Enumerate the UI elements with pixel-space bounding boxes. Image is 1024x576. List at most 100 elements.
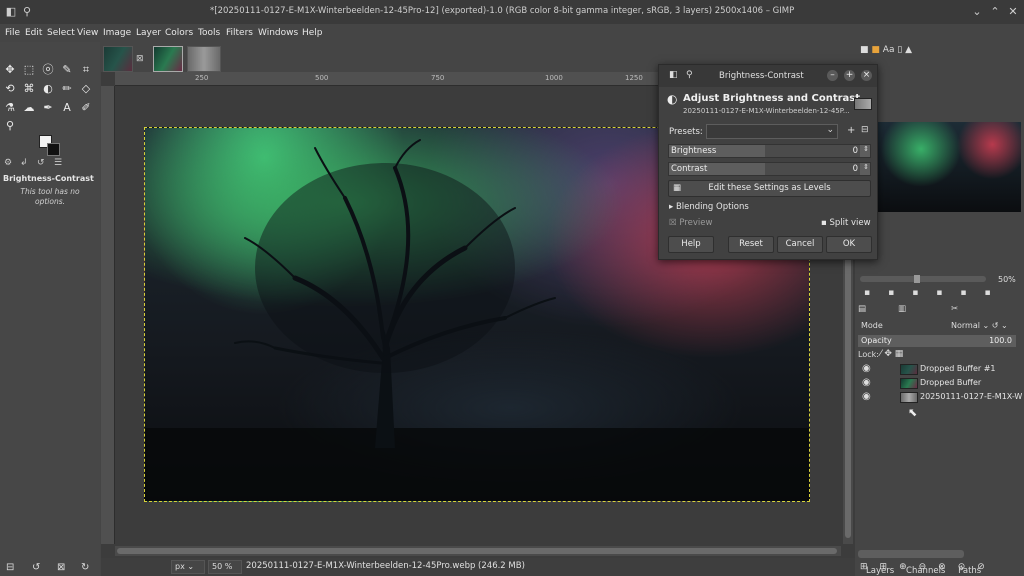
menu-file[interactable]: File xyxy=(5,28,20,38)
warp-icon[interactable]: ⌘ xyxy=(21,81,37,97)
edit-as-levels-button[interactable]: ▦ Edit these Settings as Levels xyxy=(668,180,871,197)
lock-label: Lock: xyxy=(858,350,879,359)
preset-menu-icon[interactable]: ⊟ xyxy=(861,125,869,135)
image-tab-2[interactable] xyxy=(153,46,183,72)
delete-options-icon[interactable]: ⊠ xyxy=(57,562,65,573)
device-status-tab-icon[interactable]: ↲ xyxy=(20,158,28,168)
dialog-maximize-icon[interactable]: + xyxy=(844,70,855,81)
menu-view[interactable]: View xyxy=(77,28,98,38)
dialog-close-icon[interactable]: × xyxy=(861,70,872,81)
document-history-tab-icon[interactable]: ▯ xyxy=(897,45,902,55)
opacity-slider[interactable]: Opacity 100.0 xyxy=(858,335,1016,347)
layers-scrollbar[interactable] xyxy=(858,550,964,558)
move-tool-icon[interactable]: ✥ xyxy=(2,62,18,78)
layer-row[interactable]: ◉ Dropped Buffer xyxy=(858,377,1022,390)
mode-label: Mode xyxy=(861,321,883,330)
navigation-zoom-slider[interactable] xyxy=(860,275,986,283)
image-tab-3[interactable] xyxy=(187,46,221,72)
unit-select[interactable]: px ⌄ xyxy=(171,560,205,574)
ok-button[interactable]: OK xyxy=(826,236,872,253)
menu-help[interactable]: Help xyxy=(302,28,323,38)
tab-channels[interactable]: ▥ Channels xyxy=(898,304,945,576)
lasso-icon[interactable]: ⓞ xyxy=(40,62,56,78)
dynamics-tab-icon[interactable]: ▲ xyxy=(905,45,912,55)
reset-button[interactable]: Reset xyxy=(728,236,774,253)
menu-select[interactable]: Select xyxy=(47,28,75,38)
background-color-swatch[interactable] xyxy=(47,143,60,156)
fuzzy-select-icon[interactable]: ✎ xyxy=(59,62,75,78)
mode-select[interactable]: Normal ⌄ ↺ ⌄ xyxy=(951,321,1008,330)
navigation-preview[interactable] xyxy=(878,122,1021,212)
help-button[interactable]: Help xyxy=(668,236,714,253)
mode-value: Normal xyxy=(951,321,980,330)
preview-label: Preview xyxy=(679,218,713,228)
dialog-minimize-icon[interactable]: – xyxy=(827,70,838,81)
contrast-stepper[interactable]: ⇕ xyxy=(863,163,869,171)
navigation-buttons[interactable]: ▪▪▪▪▪▪ xyxy=(864,288,1024,298)
chevron-down-icon: ⌄ xyxy=(826,125,834,135)
preview-checkbox[interactable]: ☒ Preview xyxy=(669,218,712,228)
patterns-tab-icon[interactable]: ■ xyxy=(871,45,880,55)
presets-dropdown[interactable]: ⌄ xyxy=(706,124,838,139)
lock-icons[interactable]: ⁄ ✥ ▦ xyxy=(880,349,903,359)
transform-icon[interactable]: ⟲ xyxy=(2,81,18,97)
navigation-zoom-label: 50% xyxy=(998,275,1016,284)
menu-tools[interactable]: Tools xyxy=(198,28,220,38)
undo-history-tab-icon[interactable]: ↺ xyxy=(37,158,45,168)
blending-options-expander[interactable]: ▸ Blending Options xyxy=(669,202,749,212)
levels-icon: ▦ xyxy=(673,183,682,193)
brightness-stepper[interactable]: ⇕ xyxy=(863,145,869,153)
cancel-button[interactable]: Cancel xyxy=(777,236,823,253)
unit-value: px xyxy=(175,562,185,571)
pin-icon[interactable]: ⚲ xyxy=(20,5,34,19)
ruler-tick: 750 xyxy=(431,74,445,82)
menu-image[interactable]: Image xyxy=(103,28,131,38)
minimize-icon[interactable]: ⌄ xyxy=(970,5,984,19)
visibility-eye-icon[interactable]: ◉ xyxy=(862,391,871,402)
restore-options-icon[interactable]: ↺ xyxy=(32,562,40,573)
color-picker-icon[interactable]: ✐ xyxy=(78,100,94,116)
paintbrush-icon[interactable]: ✏ xyxy=(59,81,75,97)
save-options-icon[interactable]: ⊟ xyxy=(6,562,14,573)
image-tab-1[interactable] xyxy=(103,46,133,72)
close-tab-icon[interactable]: ⊠ xyxy=(136,54,144,64)
zoom-tool-icon[interactable]: ⚲ xyxy=(2,118,18,134)
paths-icon[interactable]: ✒ xyxy=(40,100,56,116)
tool-options-tab-icon[interactable]: ⚙ xyxy=(4,158,12,168)
menu-edit[interactable]: Edit xyxy=(25,28,42,38)
text-tool-icon[interactable]: A xyxy=(59,100,75,116)
maximize-icon[interactable]: ⌃ xyxy=(988,5,1002,19)
fonts-tab-icon[interactable]: Aa xyxy=(883,45,895,55)
horizontal-scrollbar[interactable] xyxy=(115,546,841,556)
crop-icon[interactable]: ⌗ xyxy=(78,62,94,78)
dialog-app-icon: ◧ xyxy=(669,70,678,80)
close-icon[interactable]: ✕ xyxy=(1006,5,1020,19)
paint-bucket-icon[interactable]: ◐ xyxy=(40,81,56,97)
smudge-icon[interactable]: ☁ xyxy=(21,100,37,116)
brightness-value: 0 xyxy=(852,146,858,156)
rect-select-icon[interactable]: ⬚ xyxy=(21,62,37,78)
visibility-eye-icon[interactable]: ◉ xyxy=(862,363,871,374)
visibility-eye-icon[interactable]: ◉ xyxy=(862,377,871,388)
contrast-slider[interactable]: Contrast 0 ⇕ xyxy=(668,162,871,176)
layers-bottom-buttons[interactable]: ⊞⊞⊕⊖⊗⊙⊘ xyxy=(860,562,1020,574)
menu-colors[interactable]: Colors xyxy=(165,28,193,38)
brushes-tab-icon[interactable]: ■ xyxy=(860,45,869,55)
tab-layers[interactable]: ▤ Layers xyxy=(858,304,894,576)
clone-icon[interactable]: ⚗ xyxy=(2,100,18,116)
split-view-checkbox[interactable]: ▪ Split view xyxy=(821,218,871,228)
dialog-pin-icon[interactable]: ⚲ xyxy=(686,70,693,80)
menu-layer[interactable]: Layer xyxy=(136,28,161,38)
menu-windows[interactable]: Windows xyxy=(258,28,298,38)
menu-filters[interactable]: Filters xyxy=(226,28,253,38)
add-preset-icon[interactable]: + xyxy=(847,125,855,136)
reset-options-icon[interactable]: ↻ xyxy=(81,562,89,573)
brightness-slider[interactable]: Brightness 0 ⇕ xyxy=(668,144,871,158)
eraser-icon[interactable]: ◇ xyxy=(78,81,94,97)
layer-name: 20250111-0127-E-M1X-Winterbeelden xyxy=(920,392,1022,401)
layer-row[interactable]: ◉ 20250111-0127-E-M1X-Winterbeelden xyxy=(858,391,1022,404)
images-tab-icon[interactable]: ☰ xyxy=(54,158,62,168)
layer-row[interactable]: ◉ Dropped Buffer #1 xyxy=(858,363,1022,376)
zoom-select[interactable]: 50 % xyxy=(208,560,242,574)
tab-paths[interactable]: ✂ Paths xyxy=(951,304,981,576)
